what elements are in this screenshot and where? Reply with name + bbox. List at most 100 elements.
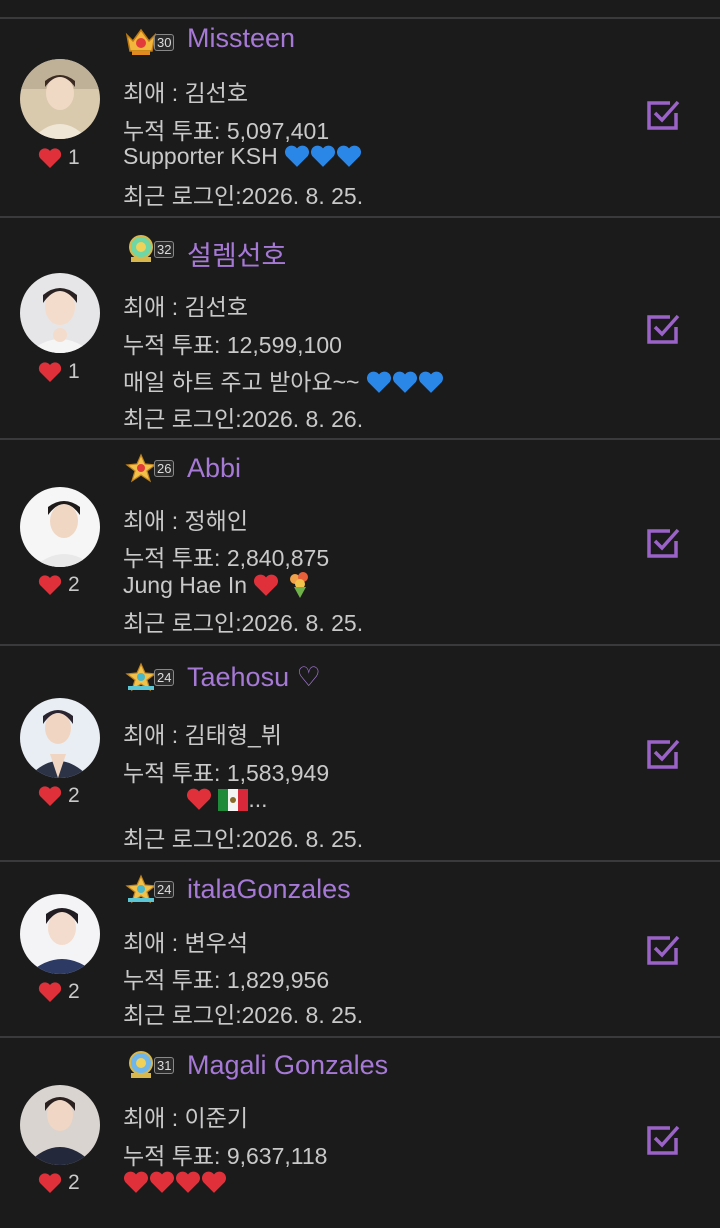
star-badge-icon bbox=[125, 874, 157, 904]
like-number: 1 bbox=[68, 146, 80, 169]
votes-label: 누적 투표: bbox=[123, 760, 227, 786]
last-login-line: 최근 로그인:2026. 8. 25. bbox=[123, 604, 363, 638]
bio-line: Jung Hae In bbox=[123, 571, 312, 599]
red-heart-icon bbox=[149, 1171, 175, 1193]
bio-line bbox=[123, 1169, 227, 1196]
list-item[interactable]: 30 Missteen 1 최애 : 김선호 누적 투표: 5,097,401 … bbox=[0, 19, 720, 218]
mexico-flag-icon bbox=[218, 789, 249, 811]
bio-line: Supporter KSH bbox=[123, 143, 362, 170]
last-login-label: 최근 로그인: bbox=[123, 826, 242, 852]
votes-line: 누적 투표: 5,097,401 bbox=[123, 112, 329, 146]
checkbox-icon[interactable] bbox=[646, 934, 680, 966]
list-item[interactable]: 32 설렘선호 1 최애 : 김선호 누적 투표: 12,599,100 매일 … bbox=[0, 218, 720, 440]
favorite-line: 최애 : 변우석 bbox=[123, 924, 248, 958]
like-count: 2 bbox=[38, 573, 98, 597]
crown-badge-icon bbox=[125, 28, 157, 55]
votes-value: 1,583,949 bbox=[226, 760, 330, 786]
list-item[interactable]: 26 Abbi 2 최애 : 정해인 누적 투표: 2,840,875 Jung… bbox=[0, 440, 720, 646]
blue-heart-icon bbox=[392, 371, 417, 393]
favorite-line: 최애 : 김선호 bbox=[123, 288, 248, 322]
favorite-label: 최애 : bbox=[123, 722, 185, 748]
favorite-label: 최애 : bbox=[123, 80, 185, 106]
nickname[interactable]: Taehosu ♡ bbox=[187, 662, 321, 693]
favorite-label: 최애 : bbox=[123, 1105, 185, 1131]
last-login-value: 2026. 8. 25. bbox=[241, 1002, 364, 1028]
red-heart-icon bbox=[175, 1171, 201, 1193]
votes-line: 누적 투표: 12,599,100 bbox=[123, 326, 342, 360]
favorite-value: 김선호 bbox=[184, 80, 248, 106]
votes-value: 5,097,401 bbox=[226, 118, 330, 144]
votes-label: 누적 투표: bbox=[123, 1143, 227, 1169]
list-item[interactable]: 31 Magali Gonzales 2 최애 : 이준기 누적 투표: 9,6… bbox=[0, 1038, 720, 1228]
avatar[interactable] bbox=[20, 894, 100, 974]
votes-line: 누적 투표: 1,583,949 bbox=[123, 754, 329, 788]
crown-badge-icon bbox=[129, 1051, 153, 1078]
red-heart-icon bbox=[201, 1171, 227, 1193]
favorite-value: 김태형_뷔 bbox=[184, 722, 282, 748]
level-badge: 30 bbox=[124, 27, 180, 57]
bio-text: Jung Hae In bbox=[123, 572, 254, 598]
level-badge: 26 bbox=[124, 453, 180, 483]
votes-label: 누적 투표: bbox=[123, 967, 227, 993]
last-login-line: 최근 로그인:2026. 8. 25. bbox=[123, 996, 363, 1030]
like-count: 2 bbox=[38, 784, 98, 808]
votes-label: 누적 투표: bbox=[123, 545, 227, 571]
nickname[interactable]: Magali Gonzales bbox=[187, 1050, 388, 1081]
star-badge-icon bbox=[125, 453, 157, 483]
level-badge: 32 bbox=[124, 234, 180, 264]
last-login-line: 최근 로그인:2026. 8. 26. bbox=[123, 400, 363, 434]
level-number: 24 bbox=[154, 668, 175, 686]
blue-heart-icon bbox=[366, 371, 391, 393]
favorite-line: 최애 : 김태형_뷔 bbox=[123, 716, 282, 750]
blue-heart-icon bbox=[337, 145, 362, 167]
bio-text: ... bbox=[248, 786, 268, 812]
bio-text: 매일 하트 주고 받아요~~ bbox=[123, 369, 360, 395]
favorite-label: 최애 : bbox=[123, 294, 185, 320]
heart-icon bbox=[38, 982, 62, 1002]
level-number: 24 bbox=[154, 880, 175, 898]
checkbox-icon[interactable] bbox=[646, 99, 680, 131]
checkbox-icon[interactable] bbox=[646, 738, 680, 770]
favorite-line: 최애 : 정해인 bbox=[123, 502, 248, 536]
votes-value: 1,829,956 bbox=[226, 967, 330, 993]
list-item[interactable]: 24 Taehosu ♡ 2 최애 : 김태형_뷔 누적 투표: 1,583,9… bbox=[0, 646, 720, 862]
blue-heart-icon bbox=[285, 145, 310, 167]
like-number: 2 bbox=[68, 1171, 80, 1194]
level-badge: 24 bbox=[124, 662, 180, 692]
blue-heart-icon bbox=[418, 371, 443, 393]
nickname[interactable]: Missteen bbox=[187, 23, 295, 54]
checkbox-icon[interactable] bbox=[646, 1124, 680, 1156]
red-heart-icon bbox=[254, 574, 279, 596]
bio-text: Supporter KSH bbox=[123, 143, 278, 169]
avatar[interactable] bbox=[20, 273, 100, 353]
checkbox-icon[interactable] bbox=[646, 313, 680, 345]
last-login-value: 2026. 8. 25. bbox=[241, 826, 364, 852]
favorite-value: 이준기 bbox=[184, 1105, 248, 1131]
level-badge: 31 bbox=[124, 1050, 180, 1080]
avatar[interactable] bbox=[20, 59, 100, 139]
last-login-line: 최근 로그인:2026. 8. 25. bbox=[123, 177, 363, 211]
nickname[interactable]: 설렘선호 bbox=[187, 234, 286, 273]
like-number: 2 bbox=[68, 980, 80, 1003]
checkbox-icon[interactable] bbox=[646, 527, 680, 559]
nickname[interactable]: italaGonzales bbox=[187, 874, 351, 905]
favorite-line: 최애 : 이준기 bbox=[123, 1099, 248, 1133]
bio-line: ... bbox=[186, 786, 268, 813]
heart-icon bbox=[38, 1173, 62, 1193]
last-login-line: 최근 로그인:2026. 8. 25. bbox=[123, 820, 363, 854]
favorite-value: 변우석 bbox=[184, 930, 248, 956]
last-login-value: 2026. 8. 26. bbox=[241, 406, 364, 432]
avatar[interactable] bbox=[20, 698, 100, 778]
list-item[interactable]: 24 italaGonzales 2 최애 : 변우석 누적 투표: 1,829… bbox=[0, 862, 720, 1038]
nickname[interactable]: Abbi bbox=[187, 453, 241, 484]
votes-value: 12,599,100 bbox=[226, 332, 342, 358]
crown-badge-icon bbox=[129, 235, 153, 262]
avatar[interactable] bbox=[20, 1085, 100, 1165]
avatar[interactable] bbox=[20, 487, 100, 567]
blue-heart-icon bbox=[311, 145, 336, 167]
last-login-label: 최근 로그인: bbox=[123, 406, 242, 432]
heart-icon bbox=[38, 786, 62, 806]
level-number: 32 bbox=[154, 240, 175, 258]
like-count: 2 bbox=[38, 980, 98, 1004]
votes-label: 누적 투표: bbox=[123, 332, 227, 358]
